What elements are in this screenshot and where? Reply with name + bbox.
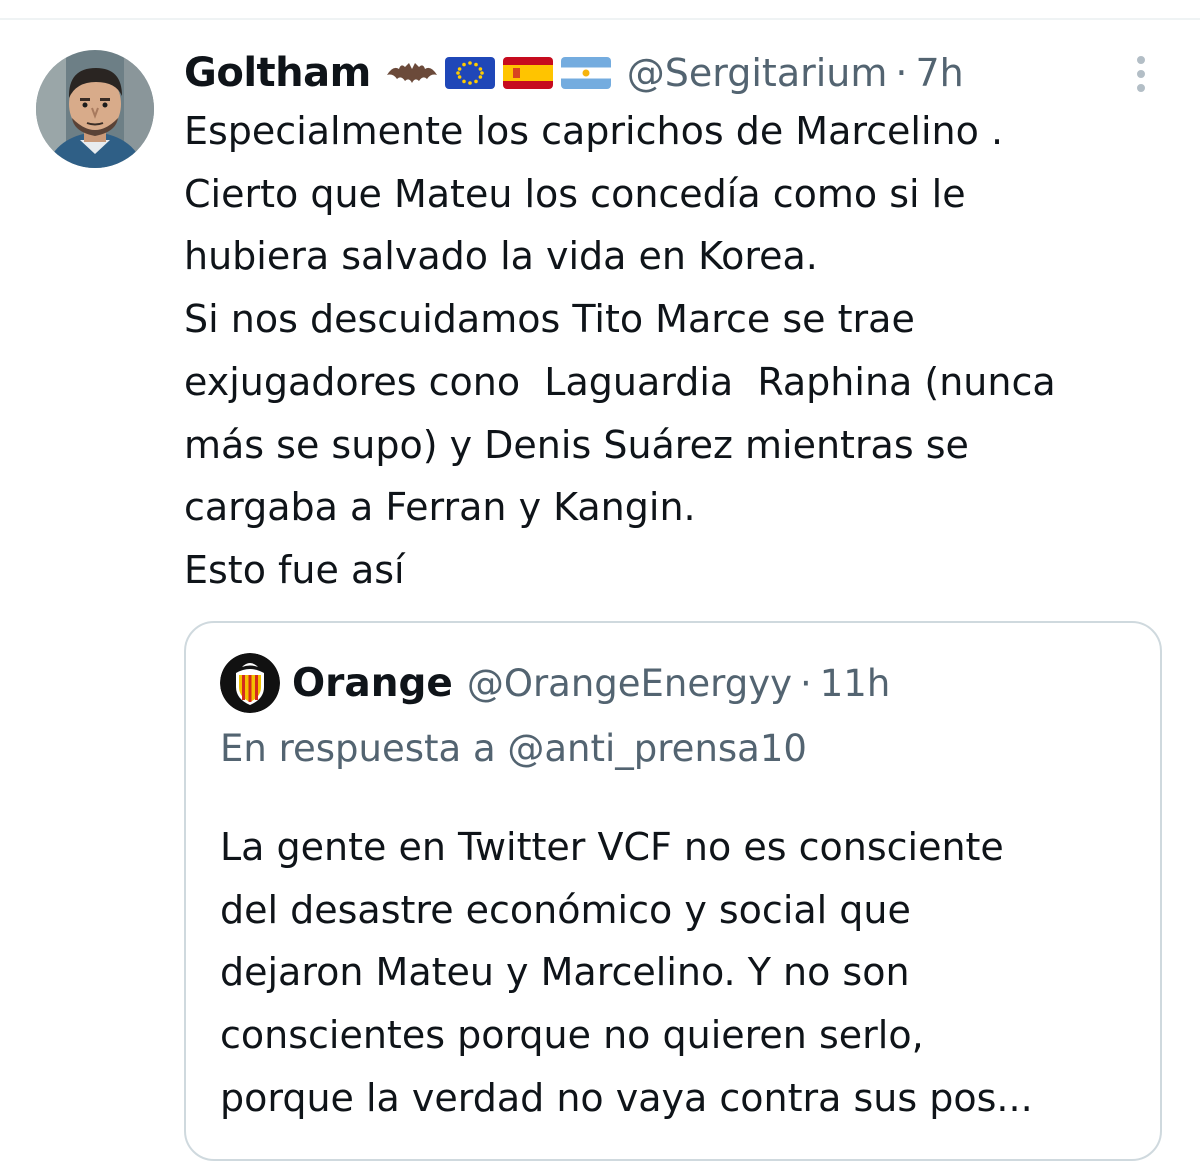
avatar[interactable] [36,50,154,168]
quoted-text-line: porque la verdad no vaya contra sus pos.… [220,1075,1033,1120]
reply-context: En respuesta a @anti_prensa10 [220,727,807,770]
more-options-icon[interactable] [1124,52,1158,96]
spain-flag-icon [502,57,553,89]
argentina-flag-icon [560,57,611,89]
handle[interactable]: @Sergitarium [627,51,888,95]
bat-icon [386,63,437,83]
tweet-header: Goltham @Sergitarium · 7h [184,44,964,102]
quoted-avatar[interactable] [220,653,280,713]
tweet-text-line: Esto fue así [184,547,405,592]
divider [0,18,1200,20]
quoted-text-line: dejaron Mateu y Marcelino. Y no son [220,950,910,995]
badge-group [385,55,613,91]
tweet-text-line: más se supo) y Denis Suárez mientras se [184,422,969,467]
quoted-handle[interactable]: @OrangeEnergyy [467,662,792,705]
vcf-crest-icon [220,653,280,713]
quoted-display-name[interactable]: Orange [292,661,453,706]
eu-flag-icon [444,57,495,89]
quoted-text: La gente en Twitter VCF no es consciente… [220,816,1140,1130]
tweet-text-line: cargaba a Ferran y Kangin. [184,485,696,530]
tweet-text-line: exjugadores cono Laguardia Raphina (nunc… [184,359,1056,404]
timestamp[interactable]: 7h [916,51,964,95]
tweet-text-line: Especialmente los caprichos de Marcelino… [184,109,1004,153]
avatar-image [36,50,154,168]
quoted-text-line: del desastre económico y social que [220,887,911,932]
quoted-header: Orange @OrangeEnergyy · 11h [292,655,890,711]
quoted-text-line: La gente en Twitter VCF no es consciente [220,825,1004,869]
tweet-text-line: hubiera salvado la vida en Korea. [184,234,818,279]
separator-dot: · [800,661,812,705]
separator-dot: · [895,51,908,95]
tweet[interactable]: Goltham @Sergitarium · 7h Especialmente … [0,0,1200,1172]
quoted-tweet[interactable]: Orange @OrangeEnergyy · 11h En respuesta… [184,621,1162,1161]
display-name[interactable]: Goltham [184,50,371,96]
quoted-timestamp[interactable]: 11h [820,662,891,705]
tweet-text-line: Cierto que Mateu los concedía como si le [184,171,966,216]
tweet-text: Especialmente los caprichos de Marcelino… [184,100,1174,602]
tweet-text-line: Si nos descuidamos Tito Marce se trae [184,297,915,342]
quoted-text-line: conscientes porque no quieren serlo, [220,1013,924,1058]
